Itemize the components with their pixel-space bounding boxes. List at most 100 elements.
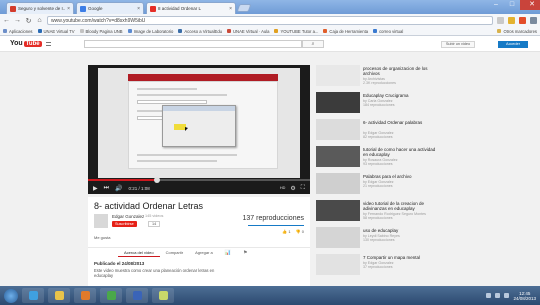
- related-views: 82 reproducciones: [363, 135, 393, 139]
- maximize-button[interactable]: □: [504, 0, 520, 10]
- video-thumbnail[interactable]: [316, 173, 360, 194]
- player-controls: ▶ ⏭ 🔊 0:21 / 1:08 HD ⚙ ⛶: [88, 182, 310, 194]
- video-content-line: [137, 154, 237, 156]
- tab-close-icon[interactable]: ×: [229, 6, 232, 12]
- related-title[interactable]: Palabras para el archivo: [363, 174, 439, 179]
- flag-icon[interactable]: ⚑: [237, 250, 253, 256]
- bookmark-item[interactable]: YOUTUBE Tutor a...: [274, 29, 318, 34]
- fullscreen-icon[interactable]: ⛶: [301, 185, 305, 192]
- guide-menu-icon[interactable]: [46, 42, 51, 46]
- video-thumbnail[interactable]: [316, 65, 360, 86]
- new-tab-button[interactable]: [236, 4, 252, 12]
- address-bar[interactable]: www.youtube.com/watch?v=d8sxh9W5ibU: [47, 16, 493, 25]
- browser-tab-active[interactable]: 8 actividad Ordenar L ×: [146, 2, 236, 14]
- extension-icon[interactable]: [508, 17, 515, 24]
- video-thumbnail[interactable]: [316, 200, 360, 221]
- related-video-item[interactable]: Educaplay Crucigrama by Carla Gonzalez 1…: [316, 92, 440, 115]
- bookmark-item[interactable]: UNAE Virtual TV: [37, 29, 75, 34]
- tab-add-to[interactable]: Agregar a: [189, 248, 219, 258]
- extension-icon[interactable]: [519, 17, 526, 24]
- settings-icon[interactable]: ⚙: [290, 185, 295, 192]
- related-title[interactable]: uso de educaplay: [363, 228, 439, 233]
- bookmarks-bar: Aplicaciones UNAE Virtual TV Bloody Pagi…: [0, 27, 540, 36]
- tab-close-icon[interactable]: ×: [137, 6, 140, 12]
- home-button[interactable]: ⌂: [36, 17, 43, 24]
- related-video-item[interactable]: 7 Compartir un mapa mental by Edgar Gonz…: [316, 254, 440, 277]
- bookmark-item[interactable]: Caja de Herramienta: [323, 29, 368, 34]
- close-window-button[interactable]: ✕: [520, 0, 540, 10]
- related-title[interactable]: video tutorial de la creacion de adivina…: [363, 201, 439, 211]
- clock[interactable]: 12:45 24/08/2013: [513, 291, 536, 301]
- related-video-item[interactable]: Palabras para el archivo by Edgar Gonzal…: [316, 173, 440, 196]
- video-thumbnail[interactable]: [316, 92, 360, 113]
- taskbar-app[interactable]: [74, 288, 96, 303]
- related-video-item[interactable]: uso de educaplay by Leydi Sabino Reyes 1…: [316, 227, 440, 250]
- minimize-button[interactable]: –: [488, 0, 504, 10]
- video-thumbnail[interactable]: [316, 146, 360, 167]
- related-video-item[interactable]: tutorial de como hacer una actividad en …: [316, 146, 440, 169]
- related-title[interactable]: procesos de organizacion de los archivos: [363, 66, 439, 76]
- related-title[interactable]: 7 Compartir un mapa mental: [363, 255, 439, 260]
- next-icon[interactable]: ⏭: [104, 185, 109, 192]
- bookmark-item[interactable]: Acceso a VirtualEdu: [178, 29, 222, 34]
- search-button[interactable]: ⌕: [302, 40, 324, 48]
- bookmark-star-icon[interactable]: [497, 17, 504, 24]
- progress-bar[interactable]: [88, 177, 310, 183]
- avatar[interactable]: [94, 214, 108, 228]
- network-icon[interactable]: [486, 293, 492, 298]
- taskbar-app[interactable]: [152, 288, 174, 303]
- video-content-header: [128, 74, 278, 81]
- related-video-item[interactable]: video tutorial de la creacion de adivina…: [316, 200, 440, 223]
- back-button[interactable]: ←: [3, 17, 10, 24]
- youtube-logo[interactable]: You Tube: [10, 40, 42, 47]
- related-video-item[interactable]: procesos de organizacion de los archivos…: [316, 65, 440, 88]
- taskbar-app[interactable]: [100, 288, 122, 303]
- bookmark-item[interactable]: UNAE Virtual · Aula: [227, 29, 269, 34]
- taskbar-app[interactable]: [22, 288, 44, 303]
- stats-icon[interactable]: 📊: [219, 250, 237, 256]
- video-action-tabs: Acerca del video Compartir Agregar a 📊 ⚑: [88, 247, 310, 258]
- browser-tab-2[interactable]: Google ×: [76, 2, 144, 14]
- like-dislike: 👍 1 👎 0: [282, 229, 304, 234]
- volume-tray-icon[interactable]: [495, 293, 501, 298]
- related-title[interactable]: tutorial de como hacer una actividad en …: [363, 147, 439, 157]
- dislike-button[interactable]: 👎 0: [296, 229, 304, 234]
- video-player[interactable]: ▶ ⏭ 🔊 0:21 / 1:08 HD ⚙ ⛶: [88, 65, 310, 194]
- flag-tray-icon[interactable]: [504, 293, 510, 298]
- video-thumbnail[interactable]: [316, 119, 360, 140]
- bookmark-item[interactable]: Image de Laboratorio: [127, 29, 173, 34]
- other-bookmarks[interactable]: Otros marcadores: [497, 29, 537, 34]
- youtube-header: You Tube ⌕ Subir un video Acceder: [0, 36, 540, 52]
- reload-button[interactable]: ↻: [25, 17, 32, 25]
- play-icon[interactable]: ▶: [93, 185, 98, 192]
- taskbar-app[interactable]: [126, 288, 148, 303]
- upload-button[interactable]: Subir un video: [441, 41, 475, 48]
- volume-icon[interactable]: 🔊: [115, 185, 122, 192]
- tab-share[interactable]: Compartir: [160, 248, 190, 258]
- tab-about[interactable]: Acerca del video: [118, 248, 160, 258]
- video-frame[interactable]: [98, 68, 300, 178]
- sign-in-button[interactable]: Acceder: [498, 41, 528, 48]
- publish-date: Publicado el 24/08/2013: [94, 261, 145, 266]
- like-button[interactable]: 👍 1: [282, 229, 290, 234]
- menu-icon[interactable]: [530, 17, 537, 24]
- forward-button[interactable]: →: [14, 17, 21, 24]
- related-views: 21 reproducciones: [363, 184, 393, 188]
- channel-name[interactable]: Edgar Gonzalez: [112, 214, 144, 219]
- bookmark-item[interactable]: correo virtual: [373, 29, 403, 34]
- bookmark-item[interactable]: Aplicaciones: [3, 29, 33, 34]
- bookmark-item[interactable]: Bloody Pagina UNB: [79, 29, 123, 34]
- video-thumbnail[interactable]: [316, 254, 360, 275]
- related-video-item[interactable]: 6- actividad Ordenar palabras by Edgar G…: [316, 119, 440, 142]
- related-title[interactable]: Educaplay Crucigrama: [363, 93, 439, 98]
- video-thumbnail[interactable]: [316, 227, 360, 248]
- taskbar-app[interactable]: [48, 288, 70, 303]
- start-button[interactable]: [4, 288, 18, 303]
- subscribe-button[interactable]: Suscribirse: [112, 221, 137, 227]
- related-title[interactable]: 6- actividad Ordenar palabras: [363, 120, 439, 125]
- browser-tab-1[interactable]: Seguro y solvente de I... ×: [6, 2, 74, 14]
- video-info: 8- actividad Ordenar Letras Edgar Gonzal…: [88, 197, 310, 247]
- search-input[interactable]: [84, 40, 302, 48]
- like-label[interactable]: Me gusta: [94, 235, 110, 240]
- tab-close-icon[interactable]: ×: [67, 6, 70, 12]
